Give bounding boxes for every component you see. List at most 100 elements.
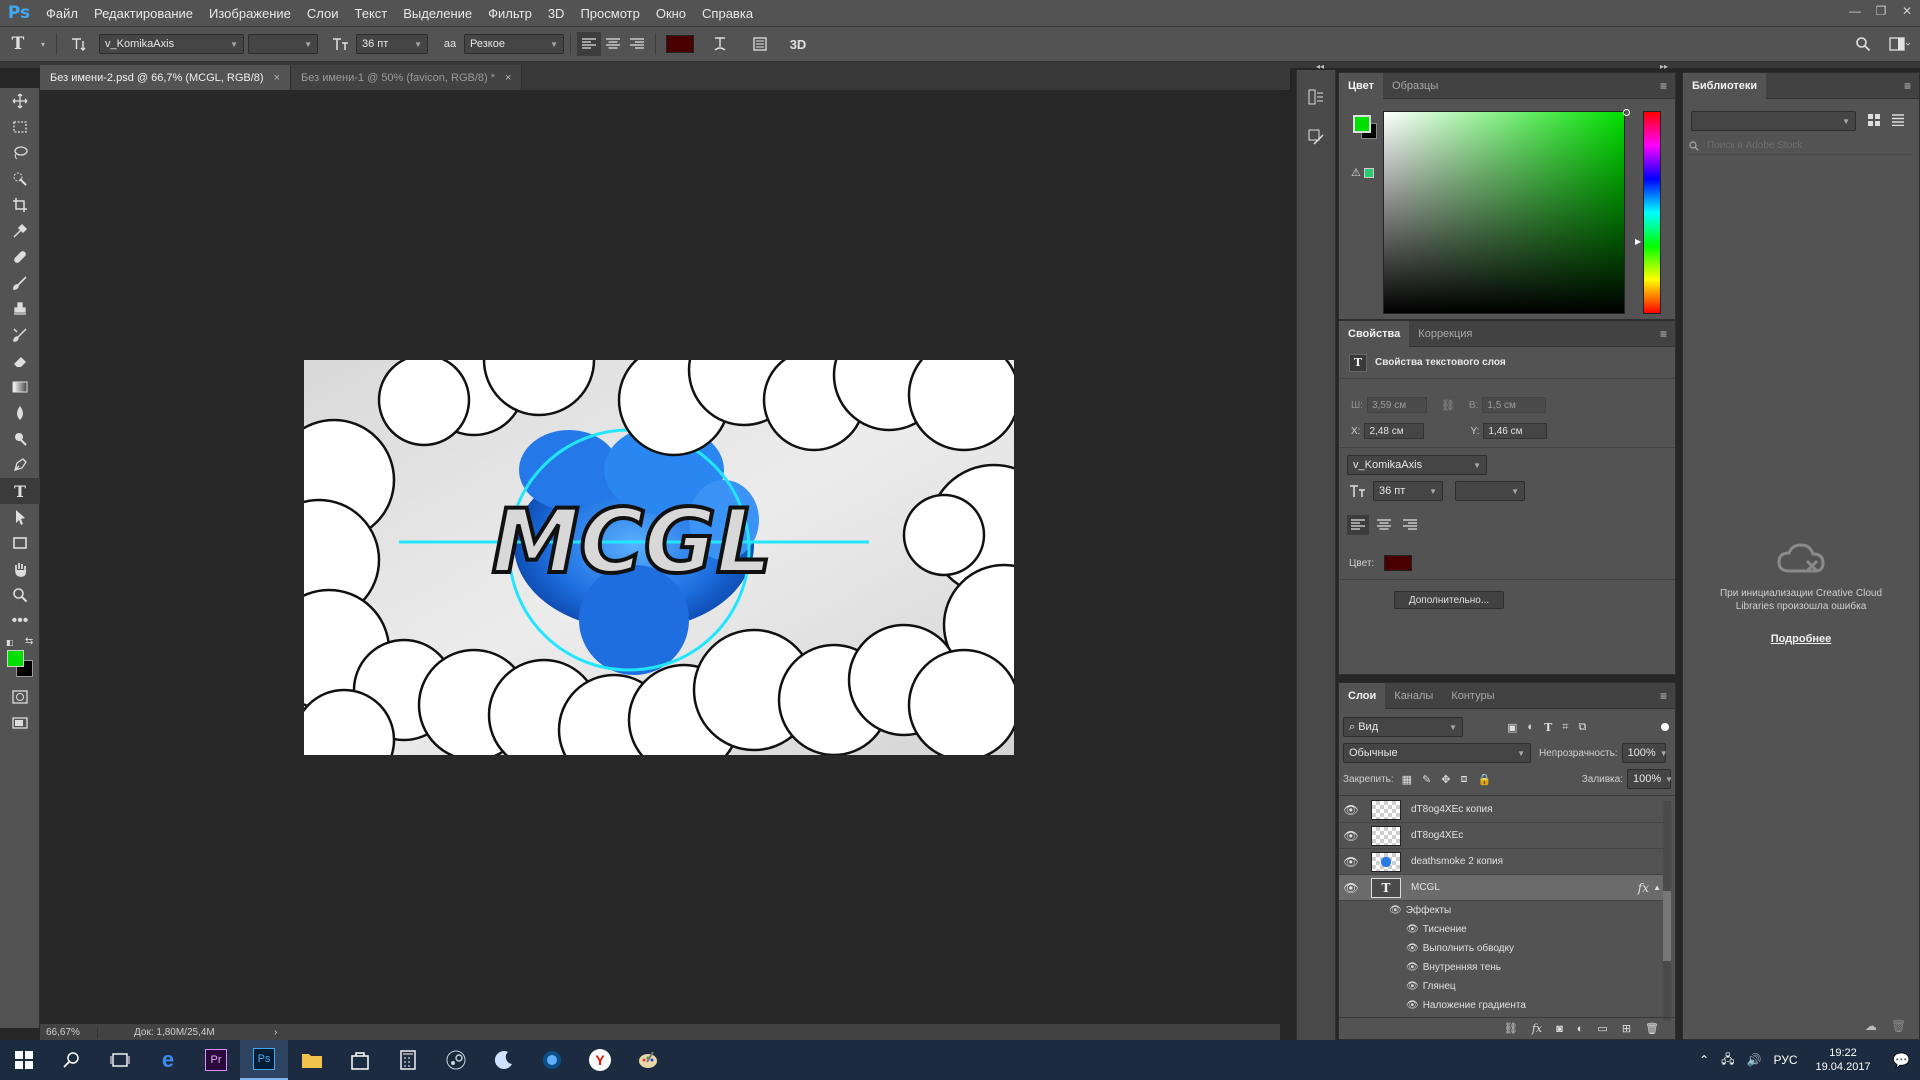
minimize-button[interactable]: — (1842, 0, 1868, 22)
lock-pixels-icon[interactable]: ✎ (1422, 773, 1431, 786)
hue-slider-thumb-icon[interactable]: ▶ (1635, 237, 1641, 246)
learn-more-link[interactable]: Подробнее (1683, 633, 1919, 645)
align-center-icon[interactable] (601, 27, 625, 62)
pen-tool-icon[interactable] (0, 452, 40, 478)
align-right-icon[interactable] (625, 27, 649, 62)
status-menu-arrow-icon[interactable]: › (258, 1027, 277, 1038)
brush-presets-icon[interactable] (1297, 120, 1335, 154)
screen-mode-icon[interactable] (0, 710, 40, 736)
canvas-area[interactable]: MCGL (40, 90, 1280, 1025)
photoshop-taskbar-icon[interactable]: Ps (240, 1040, 288, 1080)
layer-row-selected[interactable]: 👁 T MCGL fx ▲ (1339, 875, 1663, 901)
visibility-eye-icon[interactable]: 👁 (1406, 924, 1419, 935)
file-explorer-icon[interactable] (288, 1040, 336, 1080)
zoom-tool-icon[interactable] (0, 582, 40, 608)
yandex-browser-icon[interactable]: Y (576, 1040, 624, 1080)
quick-mask-icon[interactable] (0, 684, 40, 710)
document-canvas[interactable]: MCGL (304, 360, 1014, 755)
history-panel-icon[interactable] (1297, 80, 1335, 114)
menu-item[interactable]: Справка (694, 0, 761, 27)
store-icon[interactable] (336, 1040, 384, 1080)
edge-browser-icon[interactable]: e (144, 1040, 192, 1080)
character-panel-icon[interactable] (740, 27, 780, 62)
filter-smart-object-icon[interactable]: ⧉ (1578, 721, 1586, 734)
tab-properties[interactable]: Свойства (1339, 320, 1410, 347)
properties-leading-select[interactable]: ▼ (1455, 481, 1525, 501)
default-colors-icon[interactable]: ◧ (6, 638, 14, 647)
task-view-icon[interactable] (96, 1040, 144, 1080)
effects-group[interactable]: 👁 Эффекты (1339, 901, 1663, 920)
properties-color-swatch[interactable] (1384, 555, 1413, 571)
history-brush-tool-icon[interactable] (0, 322, 40, 348)
panel-menu-icon[interactable]: ≡ (1660, 689, 1667, 703)
add-mask-icon[interactable]: ◙ (1556, 1023, 1563, 1035)
color-picker-marker[interactable] (1623, 109, 1630, 116)
font-size-select[interactable]: 36 пт ▼ (356, 34, 428, 54)
search-icon[interactable] (1846, 27, 1880, 62)
menu-item[interactable]: Выделение (395, 0, 480, 27)
opacity-select[interactable]: 100% ▼ (1621, 743, 1668, 763)
x-field[interactable]: 2,48 см (1364, 423, 1425, 439)
expand-arrows-icon[interactable]: ▸▸ (1660, 62, 1668, 71)
marquee-tool-icon[interactable] (0, 114, 40, 140)
brush-tool-icon[interactable] (0, 270, 40, 296)
tab-libraries[interactable]: Библиотеки (1683, 72, 1767, 99)
search-icon[interactable] (48, 1040, 96, 1080)
add-style-icon[interactable]: fx (1532, 1022, 1542, 1035)
fill-select[interactable]: 100% ▼ (1627, 769, 1673, 789)
layer-row[interactable]: 👁 dT8og4XEc копия (1339, 797, 1663, 823)
layer-filter-select[interactable]: ⌕ Вид ▼ (1343, 717, 1463, 737)
layer-fx-badge[interactable]: fx (1638, 881, 1649, 895)
close-button[interactable]: ✕ (1894, 0, 1920, 22)
list-view-icon[interactable] (1889, 111, 1907, 129)
language-indicator[interactable]: РУС (1773, 1053, 1797, 1067)
calculator-icon[interactable] (384, 1040, 432, 1080)
tab-document-1[interactable]: Без имени-1 @ 50% (favicon, RGB/8) * × (291, 65, 523, 90)
workspace-icon[interactable] (1880, 27, 1920, 62)
more-options-button[interactable]: Дополнительно... (1394, 591, 1504, 609)
blur-tool-icon[interactable] (0, 400, 40, 426)
effect-item[interactable]: 👁 Наложение градиента (1339, 996, 1663, 1015)
clone-stamp-tool-icon[interactable] (0, 296, 40, 322)
panel-menu-icon[interactable]: ≡ (1660, 79, 1667, 93)
3d-button[interactable]: 3D (780, 27, 816, 62)
visibility-eye-icon[interactable]: 👁 (1339, 881, 1363, 895)
menu-item[interactable]: Фильтр (480, 0, 540, 27)
visibility-eye-icon[interactable]: 👁 (1389, 905, 1402, 916)
menu-item[interactable]: Изображение (201, 0, 299, 27)
filter-toggle-icon[interactable] (1661, 723, 1669, 731)
menu-item[interactable]: Просмотр (572, 0, 647, 27)
lock-all-icon[interactable]: 🔒 (1478, 773, 1492, 786)
collapse-effects-icon[interactable]: ▲ (1653, 883, 1661, 892)
panel-menu-icon[interactable]: ≡ (1904, 79, 1911, 93)
clock[interactable]: 19:22 19.04.2017 (1816, 1046, 1871, 1074)
effect-item[interactable]: 👁 Глянец (1339, 977, 1663, 996)
eyedropper-tool-icon[interactable] (0, 218, 40, 244)
filter-pixel-icon[interactable]: ▣ (1507, 721, 1517, 734)
type-tool-icon[interactable]: T (0, 478, 40, 504)
gamut-warning-icon[interactable]: ⚠ (1351, 166, 1361, 179)
tab-document-2[interactable]: Без имени-2.psd @ 66,7% (MCGL, RGB/8) × (40, 65, 292, 90)
new-adjustment-icon[interactable]: ◐ (1577, 1023, 1584, 1035)
rectangle-tool-icon[interactable] (0, 530, 40, 556)
close-tab-icon[interactable]: × (505, 72, 511, 84)
warp-text-icon[interactable] (700, 27, 740, 62)
healing-brush-tool-icon[interactable] (0, 244, 40, 270)
text-orientation-icon[interactable] (63, 27, 93, 62)
stock-search-input[interactable]: Поиск в Adobe Stock (1707, 140, 1802, 151)
canvas-mcgl-text[interactable]: MCGL (490, 488, 774, 595)
network-icon[interactable]: 🖧 (1721, 1050, 1734, 1071)
align-right-icon[interactable] (1399, 515, 1421, 535)
properties-font-family-select[interactable]: v_KomikaAxis ▼ (1347, 455, 1487, 475)
visibility-eye-icon[interactable]: 👁 (1339, 829, 1363, 843)
lock-position-icon[interactable]: ✥ (1441, 773, 1450, 786)
app-globe-icon[interactable] (528, 1040, 576, 1080)
new-layer-icon[interactable]: ⊞ (1622, 1022, 1631, 1035)
visibility-eye-icon[interactable]: 👁 (1406, 1000, 1419, 1011)
tab-paths[interactable]: Контуры (1442, 683, 1503, 709)
menu-item[interactable]: Редактирование (86, 0, 201, 27)
hue-slider[interactable] (1643, 111, 1661, 314)
quick-selection-tool-icon[interactable] (0, 166, 40, 192)
move-tool-icon[interactable] (0, 88, 40, 114)
menu-item[interactable]: 3D (540, 0, 573, 27)
